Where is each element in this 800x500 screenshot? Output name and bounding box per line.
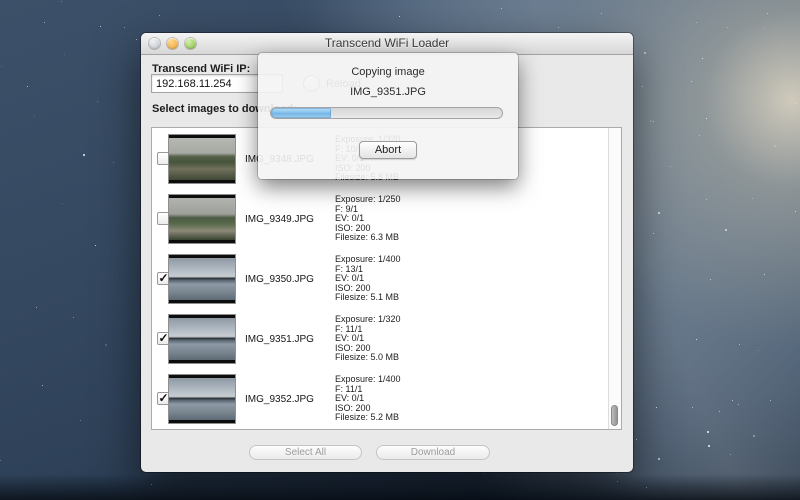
- exif-line: Filesize: 6.3 MB: [335, 233, 401, 243]
- image-thumbnail: [168, 254, 236, 304]
- select-all-button[interactable]: Select All: [249, 445, 362, 460]
- close-button[interactable]: [149, 38, 160, 49]
- image-row: ✓IMG_9351.JPGExposure: 1/320F: 11/1EV: 0…: [152, 308, 608, 368]
- photo-placeholder: [169, 198, 235, 240]
- image-filename: IMG_9350.JPG: [245, 274, 314, 285]
- zoom-button[interactable]: [185, 38, 196, 49]
- scrollbar[interactable]: [608, 128, 621, 429]
- minimize-button[interactable]: [167, 38, 178, 49]
- image-thumbnail: [168, 194, 236, 244]
- image-thumbnail: [168, 314, 236, 364]
- image-row: IMG_9349.JPG Exposure: 1/250F: 9/1EV: 0/1…: [152, 188, 608, 248]
- dialog-filename: IMG_9351.JPG: [258, 86, 518, 98]
- photo-placeholder: [169, 138, 235, 180]
- image-filename: IMG_9351.JPG: [245, 334, 314, 345]
- photo-placeholder: [169, 318, 235, 360]
- image-row: ✓IMG_9350.JPGExposure: 1/400F: 13/1EV: 0…: [152, 248, 608, 308]
- image-exif-info: Exposure: 1/320F: 11/1EV: 0/1ISO: 200Fil…: [335, 315, 401, 363]
- window-title: Transcend WiFi Loader: [141, 33, 633, 54]
- traffic-lights: [149, 38, 196, 49]
- copy-progress-dialog: Copying image IMG_9351.JPG Abort: [258, 53, 518, 179]
- desktop-wallpaper: Transcend WiFi Loader Transcend WiFi IP:…: [0, 0, 800, 500]
- image-exif-info: Exposure: 1/250F: 9/1EV: 0/1ISO: 200File…: [335, 195, 401, 243]
- progress-bar: [270, 107, 503, 119]
- image-filename: IMG_9352.JPG: [245, 394, 314, 405]
- exif-line: Filesize: 5.1 MB: [335, 293, 401, 303]
- progress-fill: [271, 108, 331, 118]
- window-titlebar[interactable]: Transcend WiFi Loader: [141, 33, 633, 55]
- image-exif-info: Exposure: 1/400F: 11/1EV: 0/1ISO: 200Fil…: [335, 375, 401, 423]
- image-row: ✓IMG_9352.JPGExposure: 1/400F: 11/1EV: 0…: [152, 368, 608, 428]
- photo-placeholder: [169, 258, 235, 300]
- dialog-title: Copying image: [258, 66, 518, 78]
- image-filename: IMG_9349.JPG: [245, 214, 314, 225]
- photo-placeholder: [169, 378, 235, 420]
- scrollbar-thumb[interactable]: [611, 405, 618, 426]
- exif-line: Filesize: 5.2 MB: [335, 413, 401, 423]
- download-button[interactable]: Download: [376, 445, 490, 460]
- abort-button[interactable]: Abort: [359, 141, 417, 159]
- image-thumbnail: [168, 374, 236, 424]
- image-thumbnail: [168, 134, 236, 184]
- exif-line: Filesize: 5.0 MB: [335, 353, 401, 363]
- image-exif-info: Exposure: 1/400F: 13/1EV: 0/1ISO: 200Fil…: [335, 255, 401, 303]
